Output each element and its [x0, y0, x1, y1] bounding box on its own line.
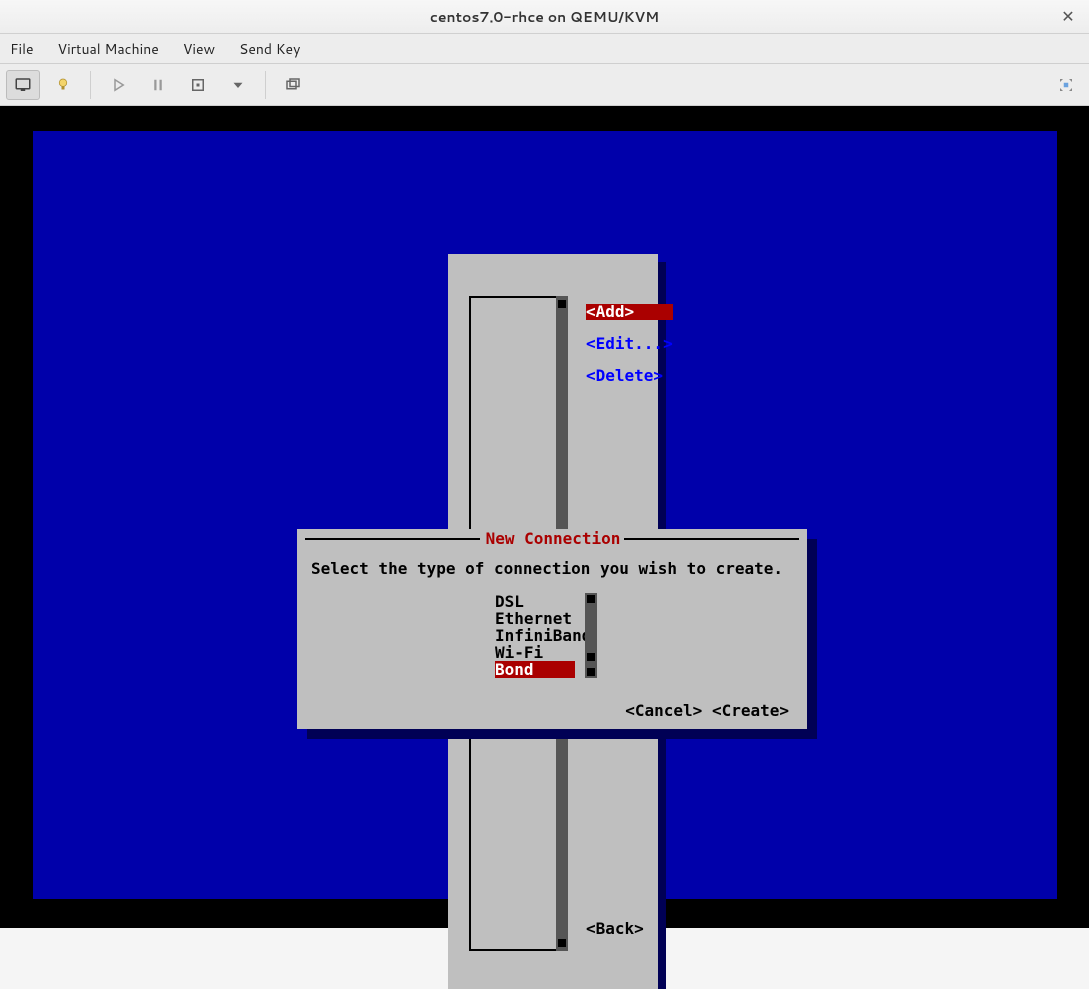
snapshots-button[interactable]: [276, 70, 310, 100]
vm-screen[interactable]: <Add> <Edit...> <Delete> <Back> New Conn…: [0, 106, 1089, 928]
create-button[interactable]: <Create>: [712, 701, 789, 720]
lightbulb-icon: [54, 76, 72, 94]
menubar: File Virtual Machine View Send Key: [0, 34, 1089, 64]
edit-button[interactable]: <Edit...>: [586, 336, 673, 352]
close-icon[interactable]: ✕: [1059, 8, 1077, 26]
pause-button[interactable]: [141, 70, 175, 100]
monitor-icon: [14, 76, 32, 94]
scrollbar-thumb[interactable]: [587, 653, 595, 661]
back-button[interactable]: <Back>: [586, 921, 644, 937]
stop-icon: [189, 76, 207, 94]
fullscreen-icon: [1057, 76, 1075, 94]
type-option-wifi[interactable]: Wi-Fi: [495, 644, 575, 661]
dialog-title: New Connection: [480, 531, 625, 547]
type-option-infiniband[interactable]: InfiniBand: [495, 627, 575, 644]
type-option-bond[interactable]: Bond: [495, 661, 575, 678]
stop-dropdown[interactable]: [221, 70, 255, 100]
type-option-dsl[interactable]: DSL: [495, 593, 575, 610]
menu-view[interactable]: View: [179, 37, 219, 61]
lightbulb-button[interactable]: [46, 70, 80, 100]
type-scrollbar[interactable]: [585, 593, 597, 678]
connection-type-list[interactable]: DSL Ethernet InfiniBand Wi-Fi Bond: [495, 593, 575, 678]
delete-button[interactable]: <Delete>: [586, 368, 673, 384]
chevron-down-icon: [229, 76, 247, 94]
fullscreen-button[interactable]: [1049, 70, 1083, 100]
menu-send-key[interactable]: Send Key: [235, 37, 304, 61]
console-button[interactable]: [6, 70, 40, 100]
play-button[interactable]: [101, 70, 135, 100]
play-icon: [109, 76, 127, 94]
window-title: centos7.0-rhce on QEMU/KVM: [430, 7, 659, 27]
menu-file[interactable]: File: [6, 37, 38, 61]
pause-icon: [149, 76, 167, 94]
dialog-prompt: Select the type of connection you wish t…: [311, 561, 783, 577]
stop-button[interactable]: [181, 70, 215, 100]
type-option-ethernet[interactable]: Ethernet: [495, 610, 575, 627]
snapshots-icon: [284, 76, 302, 94]
new-connection-dialog: New Connection Select the type of connec…: [297, 529, 807, 729]
cancel-button[interactable]: <Cancel>: [625, 701, 702, 720]
toolbar: [0, 64, 1089, 106]
add-button[interactable]: <Add>: [586, 304, 673, 320]
menu-virtual-machine[interactable]: Virtual Machine: [54, 37, 163, 61]
titlebar: centos7.0-rhce on QEMU/KVM ✕: [0, 0, 1089, 34]
